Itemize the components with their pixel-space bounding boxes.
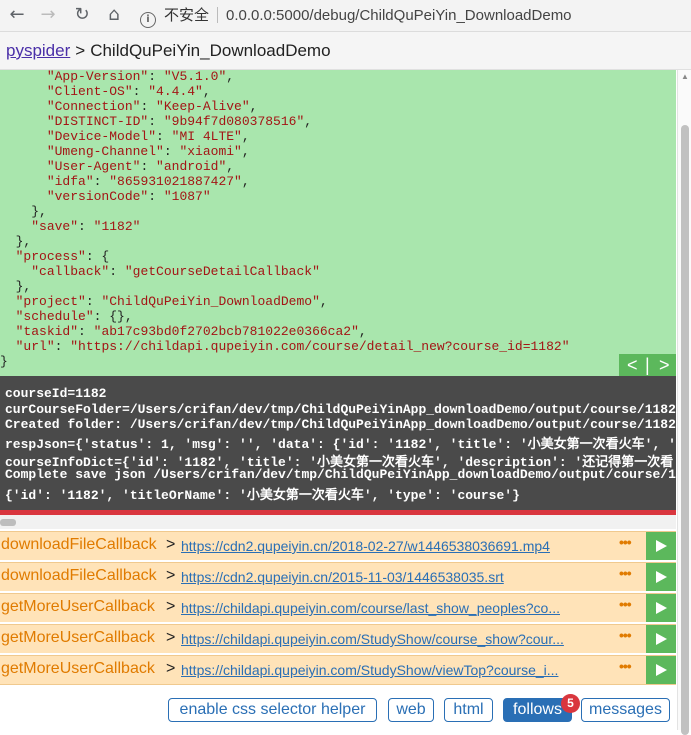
- breadcrumb: pyspider > ChildQuPeiYin_DownloadDemo: [0, 32, 691, 70]
- follow-callback: getMoreUserCallback: [1, 660, 155, 677]
- more-icon[interactable]: •••: [619, 534, 632, 550]
- project-title: ChildQuPeiYin_DownloadDemo: [90, 41, 331, 60]
- json-callback-value: "getCourseDetailCallback": [124, 264, 320, 279]
- log-line: Complete save json /Users/crifan/dev/tmp…: [5, 467, 676, 482]
- html-tab-button[interactable]: html: [444, 698, 493, 722]
- log-line: courseId=1182: [5, 386, 107, 401]
- follow-url-link[interactable]: https://childapi.qupeiyin.com/course/las…: [181, 600, 613, 616]
- follow-arrow: >: [166, 567, 176, 584]
- json-header-row-8: "versionCode": "1087": [46, 189, 211, 204]
- json-callback-key: "callback": [31, 264, 110, 279]
- follow-row[interactable]: downloadFileCallback > https://cdn2.qupe…: [0, 562, 676, 591]
- info-icon[interactable]: i: [140, 12, 156, 28]
- follows-count-badge: 5: [561, 694, 580, 713]
- address-divider: [217, 7, 219, 23]
- follow-arrow: >: [166, 536, 176, 553]
- back-icon[interactable]: ←: [5, 3, 29, 27]
- scrollbar-thumb[interactable]: [0, 519, 16, 526]
- run-play-icon[interactable]: [646, 625, 676, 653]
- log-line: {'id': '1182', 'titleOrName': '小美女第一次看火车…: [5, 488, 520, 503]
- reload-icon[interactable]: ↻: [70, 3, 94, 27]
- log-line: curCourseFolder=/Users/crifan/dev/tmp/Ch…: [5, 402, 676, 417]
- more-icon[interactable]: •••: [619, 565, 632, 581]
- json-save-key: "save": [31, 219, 79, 234]
- vertical-scrollbar[interactable]: ▲: [677, 70, 691, 735]
- messages-tab-button[interactable]: messages: [581, 698, 670, 722]
- follow-callback: getMoreUserCallback: [1, 629, 155, 646]
- follow-row[interactable]: downloadFileCallback > https://cdn2.qupe…: [0, 531, 676, 560]
- run-play-icon[interactable]: [646, 532, 676, 560]
- follow-arrow: >: [166, 629, 176, 646]
- follow-row[interactable]: getMoreUserCallback > https://childapi.q…: [0, 593, 676, 622]
- more-icon[interactable]: •••: [619, 658, 632, 674]
- task-json: "App-Version": "V5.1.0", "Client-OS": "4…: [0, 70, 570, 369]
- task-pager: < | >: [619, 354, 676, 376]
- json-header-row-5: "Umeng-Channel": "xiaomi",: [46, 144, 250, 159]
- url-text[interactable]: 0.0.0.0:5000/debug/ChildQuPeiYin_Downloa…: [226, 7, 572, 24]
- json-header-row-6: "User-Agent": "android",: [46, 159, 235, 174]
- task-json-pane: "App-Version": "V5.1.0", "Client-OS": "4…: [0, 70, 676, 376]
- json-taskid-key: "taskid": [15, 324, 79, 339]
- scrollbar-thumb[interactable]: [681, 125, 689, 735]
- json-header-row-1: "Client-OS": "4.4.4",: [46, 84, 211, 99]
- prev-task-button[interactable]: <: [627, 354, 638, 376]
- scroll-up-icon[interactable]: ▲: [681, 72, 689, 81]
- json-save-value: "1182": [93, 219, 141, 234]
- log-line: Created folder: /Users/crifan/dev/tmp/Ch…: [5, 417, 676, 432]
- follow-arrow: >: [166, 598, 176, 615]
- follow-arrow: >: [166, 660, 176, 677]
- follow-callback: downloadFileCallback: [1, 567, 157, 584]
- follow-callback: getMoreUserCallback: [1, 598, 155, 615]
- run-play-icon[interactable]: [646, 656, 676, 684]
- run-play-icon[interactable]: [646, 594, 676, 622]
- json-schedule-value: {}: [109, 309, 125, 324]
- follow-row[interactable]: getMoreUserCallback > https://childapi.q…: [0, 655, 676, 685]
- follow-callback: downloadFileCallback: [1, 536, 157, 553]
- home-icon[interactable]: ⌂: [102, 3, 126, 27]
- web-tab-button[interactable]: web: [388, 698, 434, 722]
- json-header-row-0: "App-Version": "V5.1.0",: [46, 70, 235, 84]
- json-process-key: "process": [15, 249, 86, 264]
- pyspider-link[interactable]: pyspider: [6, 41, 70, 60]
- follow-url-link[interactable]: https://cdn2.qupeiyin.cn/2015-11-03/1446…: [181, 569, 613, 585]
- log-output-pane: courseId=1182 curCourseFolder=/Users/cri…: [0, 376, 676, 510]
- json-project-value: "ChildQuPeiYin_DownloadDemo": [101, 294, 320, 309]
- security-label: 不安全: [164, 7, 210, 24]
- more-icon[interactable]: •••: [619, 596, 632, 612]
- pager-divider: |: [645, 355, 650, 375]
- follow-row[interactable]: getMoreUserCallback > https://childapi.q…: [0, 624, 676, 653]
- json-header-row-4: "Device-Model": "MI 4LTE",: [46, 129, 250, 144]
- json-taskid-value: "ab17c93bd0f2702bcb781022e0366ca2": [93, 324, 359, 339]
- breadcrumb-separator: >: [75, 41, 86, 60]
- horizontal-scrollbar[interactable]: [0, 515, 676, 529]
- json-url-key: "url": [15, 339, 55, 354]
- log-line: respJson={'status': 1, 'msg': '', 'data'…: [5, 437, 676, 452]
- json-url-value: "https://childapi.qupeiyin.com/course/de…: [70, 339, 570, 354]
- forward-icon[interactable]: →: [36, 3, 60, 27]
- follow-url-link[interactable]: https://childapi.qupeiyin.com/StudyShow/…: [181, 662, 613, 678]
- run-play-icon[interactable]: [646, 563, 676, 591]
- browser-toolbar: ← → ↻ ⌂ i 不安全 0.0.0.0:5000/debug/ChildQuPe…: [0, 0, 691, 32]
- address-bar[interactable]: i 不安全 0.0.0.0:5000/debug/ChildQuPeiYin_Dow…: [140, 0, 572, 31]
- json-project-key: "project": [15, 294, 86, 309]
- json-header-row-2: "Connection": "Keep-Alive",: [46, 99, 258, 114]
- next-task-button[interactable]: >: [659, 354, 670, 376]
- follow-url-link[interactable]: https://childapi.qupeiyin.com/StudyShow/…: [181, 631, 613, 647]
- json-schedule-key: "schedule": [15, 309, 94, 324]
- json-header-row-3: "DISTINCT-ID": "9b94f7d080378516",: [46, 114, 313, 129]
- more-icon[interactable]: •••: [619, 627, 632, 643]
- enable-css-selector-helper-button[interactable]: enable css selector helper: [168, 698, 377, 722]
- follow-url-link[interactable]: https://cdn2.qupeiyin.cn/2018-02-27/w144…: [181, 538, 613, 554]
- json-header-row-7: "idfa": "865931021887427",: [46, 174, 250, 189]
